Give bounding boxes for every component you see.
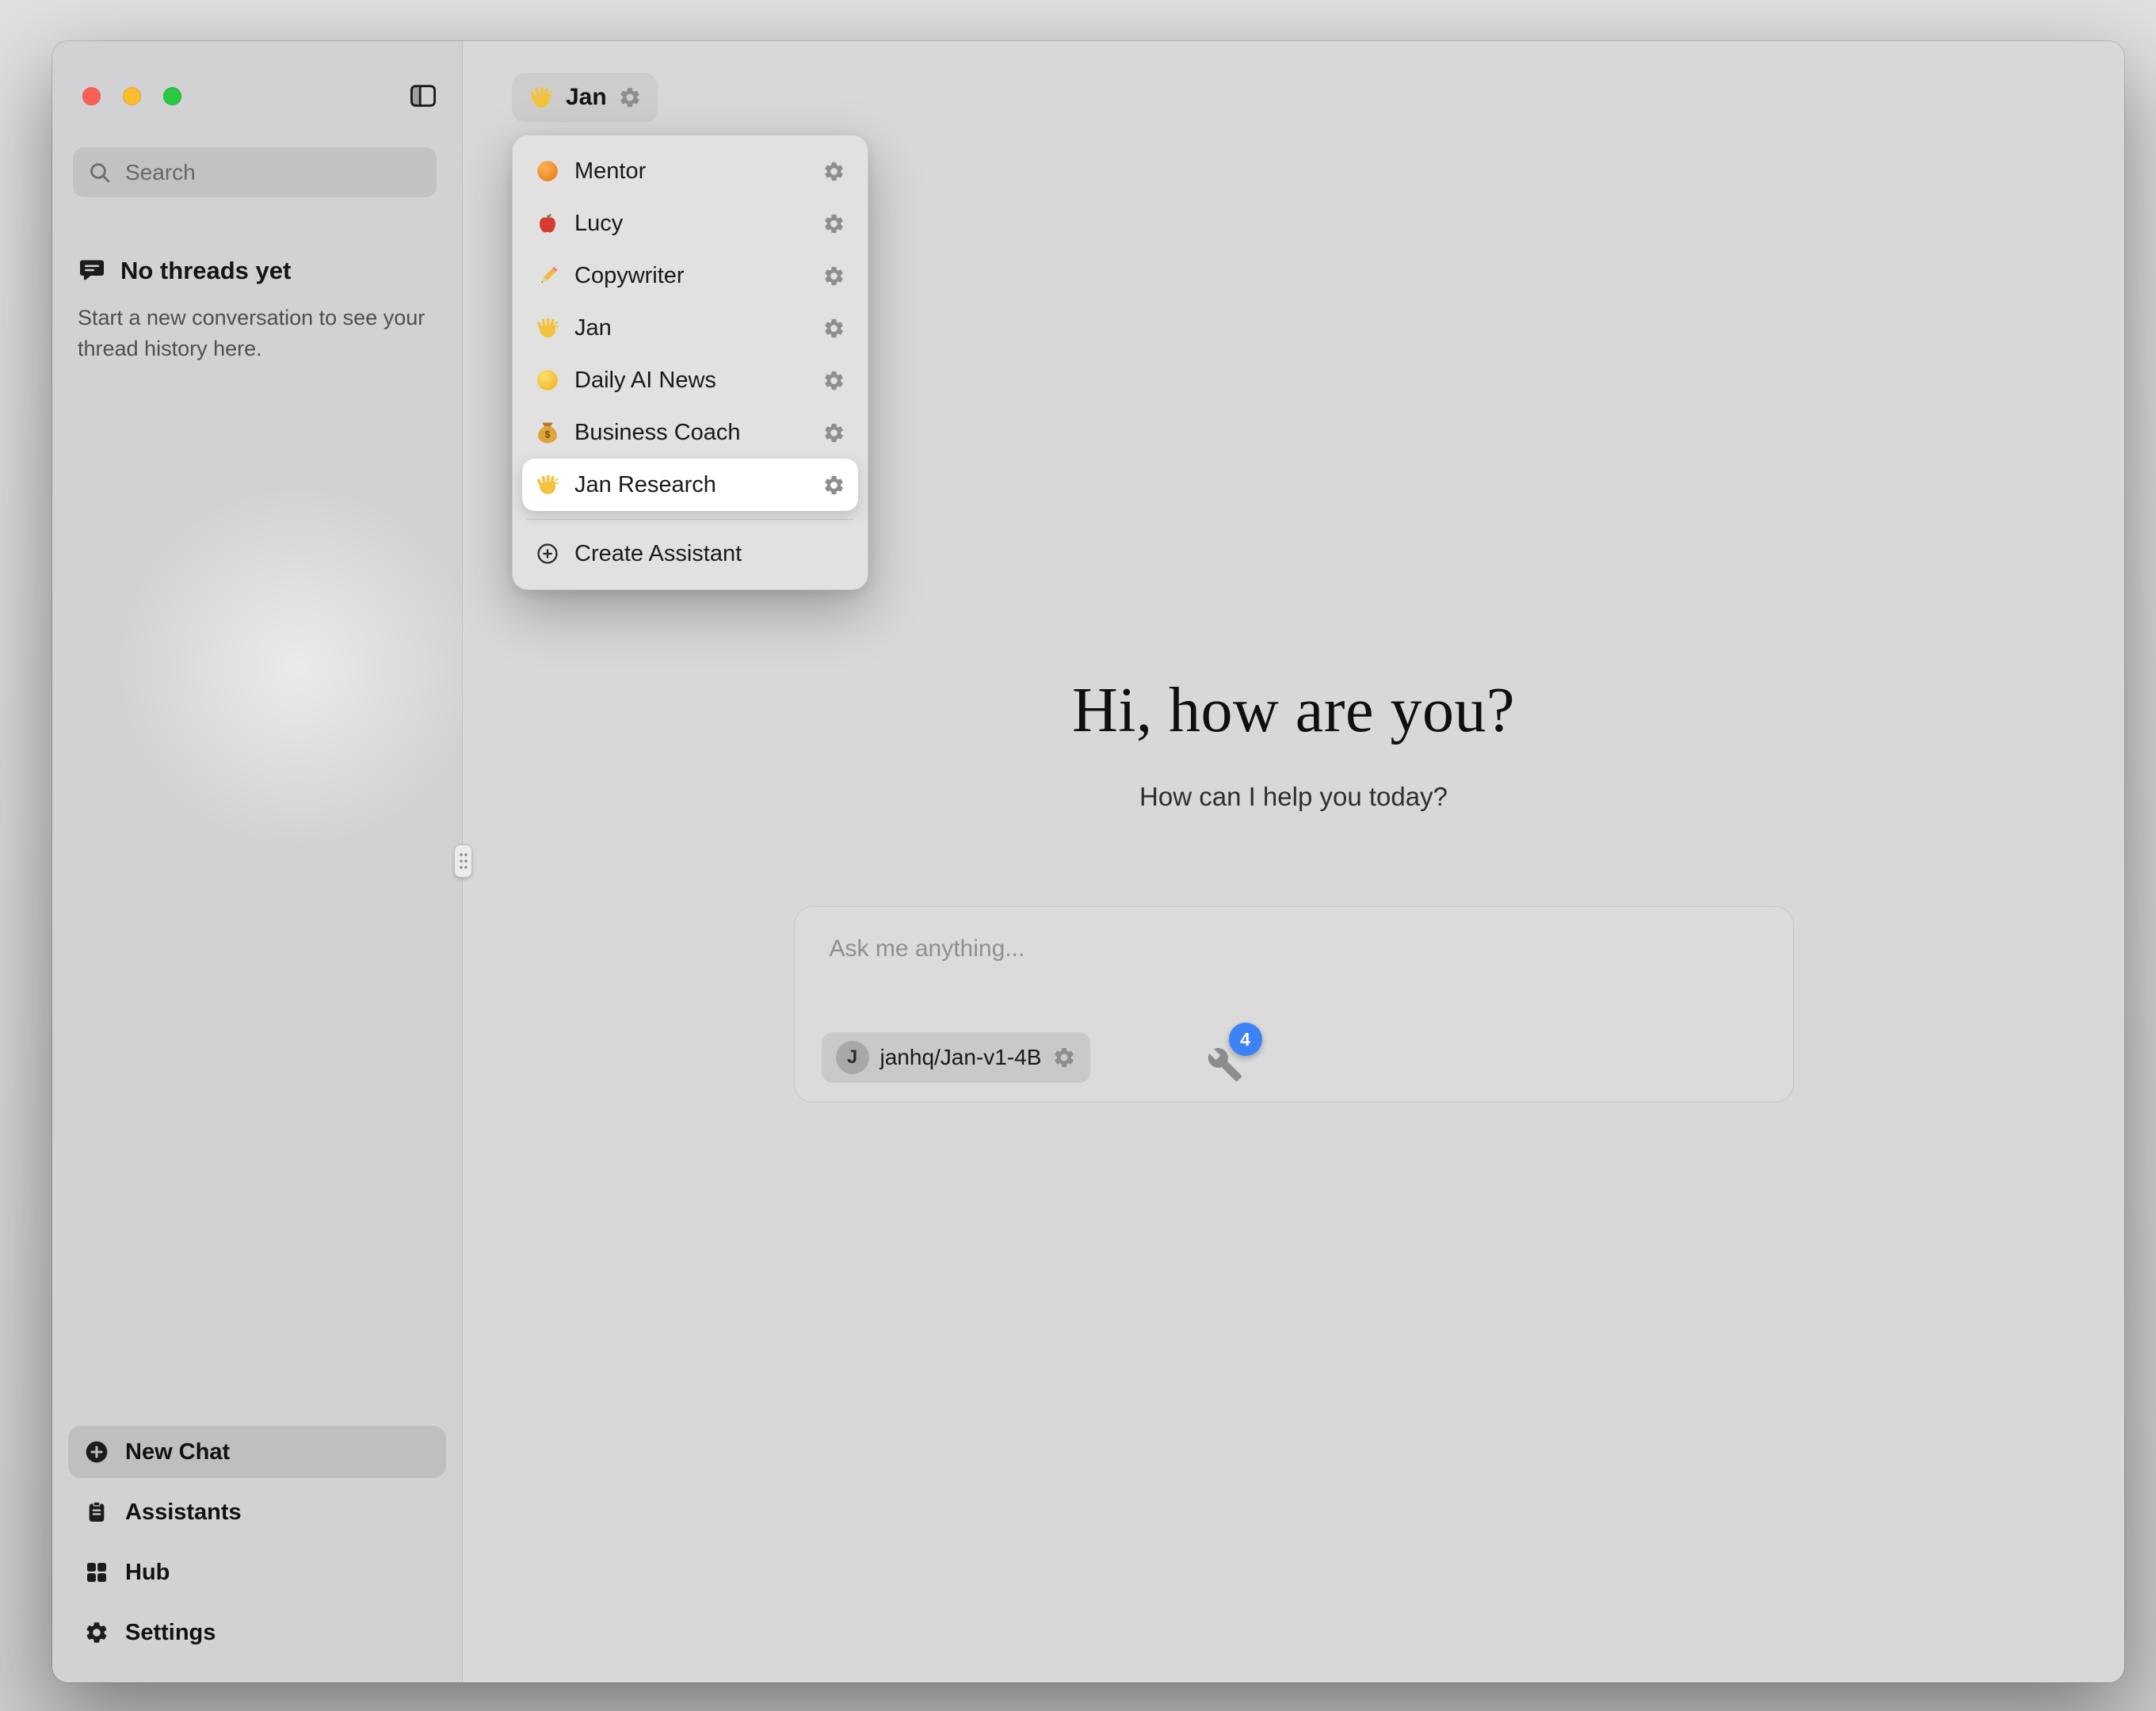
sidebar: No threads yet Start a new conversation … [52, 41, 463, 1682]
assistant-menu-item-business-coach[interactable]: $ Business Coach [522, 406, 858, 459]
plus-circle-outline-icon [535, 541, 560, 566]
close-button[interactable] [82, 87, 101, 105]
assistant-menu-item-label: Copywriter [574, 263, 808, 289]
wave-icon [535, 315, 560, 341]
assistant-menu-item-label: Lucy [574, 211, 808, 237]
assistant-menu-item-label: Mentor [574, 158, 808, 185]
sidebar-item-label: Assistants [125, 1500, 242, 1526]
sidebar-item-label: Hub [125, 1560, 170, 1586]
chat-composer[interactable]: J janhq/Jan-v1-4B 4 [794, 906, 1794, 1103]
wave-icon [528, 84, 555, 111]
gear-icon[interactable] [822, 474, 845, 497]
sidebar-item-new-chat[interactable]: New Chat [68, 1426, 446, 1478]
assistant-menu-item-daily-ai-news[interactable]: Daily AI News [522, 354, 858, 406]
greeting-subtitle: How can I help you today? [463, 782, 2124, 812]
assistant-menu-item-label: Daily AI News [574, 368, 808, 394]
gear-icon[interactable] [618, 86, 642, 109]
orange-circle-icon [535, 158, 560, 184]
pencil-icon [535, 263, 560, 288]
gear-icon[interactable] [822, 160, 845, 183]
search-bar[interactable] [73, 147, 437, 197]
assistant-dropdown-menu: Mentor Lucy Copywriter Jan Daily AI News [512, 135, 868, 590]
empty-state-title: No threads yet [120, 257, 291, 285]
greeting-title: Hi, how are you? [463, 675, 2124, 747]
gear-icon[interactable] [1052, 1046, 1076, 1069]
sidebar-item-label: New Chat [125, 1439, 230, 1465]
assistant-menu-item-copywriter[interactable]: Copywriter [522, 250, 858, 302]
hub-icon [84, 1560, 109, 1585]
gear-icon[interactable] [822, 369, 845, 392]
sidebar-item-hub[interactable]: Hub [68, 1546, 446, 1599]
traffic-lights [82, 87, 181, 105]
tools-count-badge: 4 [1229, 1023, 1262, 1056]
sidebar-item-assistants[interactable]: Assistants [68, 1486, 446, 1538]
apple-icon [535, 211, 560, 236]
assistant-menu-item-jan[interactable]: Jan [522, 302, 858, 354]
wave-icon [535, 472, 560, 497]
assistants-icon [84, 1500, 109, 1525]
model-name: janhq/Jan-v1-4B [880, 1045, 1042, 1070]
gear-icon[interactable] [822, 212, 845, 235]
model-avatar: J [836, 1041, 869, 1074]
app-window: No threads yet Start a new conversation … [52, 41, 2124, 1682]
gear-icon[interactable] [822, 317, 845, 340]
chat-bubble-icon [78, 257, 106, 285]
assistant-menu-item-label: Jan Research [574, 472, 808, 498]
empty-state-description: Start a new conversation to see your thr… [78, 303, 426, 364]
chat-input[interactable] [828, 934, 1760, 989]
assistant-selector-trigger[interactable]: Jan [512, 73, 658, 122]
sidebar-item-label: Settings [125, 1620, 216, 1646]
greeting: Hi, how are you? How can I help you toda… [463, 675, 2124, 812]
create-assistant-label: Create Assistant [574, 541, 845, 567]
minimize-button[interactable] [123, 87, 141, 105]
assistant-menu-item-lucy[interactable]: Lucy [522, 197, 858, 250]
yellow-circle-icon [535, 368, 560, 393]
plus-circle-icon [84, 1439, 109, 1465]
money-bag-icon: $ [535, 420, 560, 445]
assistant-menu-item-label: Jan [574, 315, 808, 341]
gear-icon[interactable] [822, 265, 845, 288]
assistant-menu-item-label: Business Coach [574, 420, 808, 446]
assistant-menu-item-jan-research[interactable]: Jan Research [522, 459, 858, 511]
assistant-menu-item-mentor[interactable]: Mentor [522, 145, 858, 197]
current-assistant-name: Jan [566, 84, 607, 111]
svg-text:$: $ [545, 429, 551, 440]
search-input[interactable] [124, 159, 422, 186]
sidebar-item-settings[interactable]: Settings [68, 1606, 446, 1659]
threads-empty-state: No threads yet Start a new conversation … [78, 257, 438, 364]
sidebar-nav: New Chat Assistants Hub Settings [68, 1426, 446, 1659]
main-area: Jan Mentor Lucy Copywriter Jan [463, 41, 2124, 1682]
settings-icon [84, 1620, 109, 1645]
search-icon [87, 160, 113, 185]
sidebar-toggle-icon[interactable] [408, 81, 438, 111]
gear-icon[interactable] [822, 421, 845, 444]
sidebar-resize-handle[interactable] [454, 844, 472, 878]
menu-separator [527, 519, 853, 520]
model-selector[interactable]: J janhq/Jan-v1-4B [822, 1032, 1091, 1083]
create-assistant-button[interactable]: Create Assistant [522, 528, 858, 580]
zoom-button[interactable] [163, 87, 181, 105]
